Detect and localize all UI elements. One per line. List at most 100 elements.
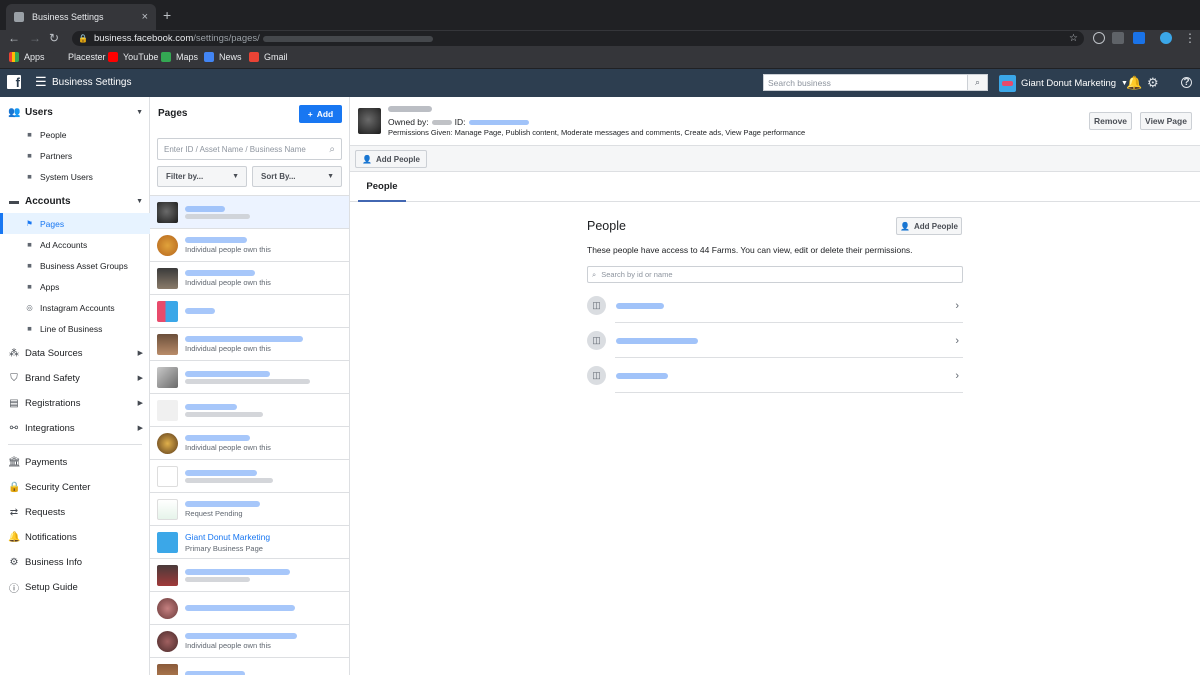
bookmark-label: Gmail (264, 52, 288, 62)
list-item[interactable]: Individual people own this (150, 426, 349, 459)
list-item[interactable]: Giant Donut Marketing Primary Business Pa… (150, 525, 349, 558)
sidebar-item-notifications[interactable]: 🔔 Notifications (0, 526, 150, 548)
bookmark-youtube[interactable]: YouTube (108, 52, 158, 62)
sidebar-section-integrations[interactable]: ⚯ Integrations ▶ (0, 417, 150, 439)
news-icon (204, 52, 214, 62)
sidebar-item-business-info[interactable]: ⚙ Business Info (0, 551, 150, 573)
gear-icon[interactable]: ⚙ (1147, 75, 1159, 91)
add-people-button[interactable]: 👤 Add People (355, 150, 427, 168)
list-item[interactable]: Individual people own this (150, 624, 349, 657)
bookmark-gmail[interactable]: Gmail (249, 52, 288, 62)
people-search-input[interactable]: ⌕ Search by id or name (587, 266, 963, 283)
page-sub-redacted (185, 576, 250, 582)
tab-close-icon[interactable]: × (142, 11, 148, 23)
sidebar-section-brand-safety[interactable]: ⛉ Brand Safety ▶ (0, 367, 150, 389)
notifications-bell-icon[interactable]: 🔔 (1126, 75, 1142, 91)
person-row[interactable]: ◫ › (587, 288, 963, 323)
browser-tab[interactable]: Business Settings × (6, 4, 156, 30)
sidebar-section-registrations[interactable]: ▤ Registrations ▶ (0, 392, 150, 414)
forward-arrow-icon[interactable]: → (29, 31, 41, 45)
add-page-button[interactable]: + Add (299, 105, 342, 123)
bookmark-maps[interactable]: Maps (161, 52, 198, 62)
help-icon[interactable]: ? (1181, 77, 1192, 88)
person-row[interactable]: ◫ › (587, 323, 963, 358)
new-tab-button[interactable]: + (163, 7, 171, 23)
accounts-icon: ▬ (9, 195, 19, 207)
business-logo-icon (999, 74, 1016, 92)
list-item[interactable]: Individual people own this (150, 228, 349, 261)
bell-icon: 🔔 (8, 531, 21, 543)
sidebar-item-partners[interactable]: ■ Partners (0, 145, 150, 166)
bookmark-placester[interactable]: Placester (53, 52, 106, 62)
back-arrow-icon[interactable]: ← (8, 31, 20, 45)
page-name-redacted (185, 605, 295, 611)
list-item[interactable] (150, 591, 349, 624)
add-person-icon: 👤 (362, 154, 372, 164)
chevron-right-icon: ▶ (137, 400, 143, 407)
youtube-icon (108, 52, 118, 62)
list-item[interactable] (150, 459, 349, 492)
extension-icon[interactable] (1112, 32, 1124, 44)
page-sub-redacted (185, 213, 250, 219)
list-item[interactable] (150, 657, 349, 675)
apps-icon: ■ (27, 282, 32, 291)
sidebar-section-accounts[interactable]: ▬ Accounts ▼ (0, 190, 150, 212)
bookmark-news[interactable]: News (204, 52, 242, 62)
sidebar-divider (8, 444, 142, 445)
integrations-icon: ⚯ (9, 422, 19, 434)
add-people-button[interactable]: 👤 Add People (896, 217, 962, 235)
facebook-logo-icon[interactable]: f (7, 75, 21, 89)
profile-avatar-icon[interactable] (1160, 32, 1172, 44)
tab-people[interactable]: People (358, 172, 406, 202)
page-sub-label: Primary Business Page (185, 543, 263, 553)
list-item[interactable] (150, 558, 349, 591)
list-item[interactable]: Request Pending (150, 492, 349, 525)
people-section-title: People (587, 219, 626, 233)
list-item[interactable] (150, 294, 349, 327)
list-item[interactable] (150, 195, 349, 228)
sidebar-item-instagram-accounts[interactable]: ◎ Instagram Accounts (0, 297, 150, 318)
bookmark-label: News (219, 52, 242, 62)
sidebar-item-payments[interactable]: 🏛 Payments (0, 451, 150, 473)
bookmark-apps[interactable]: Apps (9, 52, 45, 62)
page-avatar (157, 630, 178, 652)
sort-dropdown[interactable]: Sort By... ▼ (252, 166, 342, 187)
sidebar-item-pages[interactable]: ⚑ Pages (0, 213, 150, 234)
hamburger-menu-icon[interactable]: ☰ (35, 74, 47, 90)
extension-icon[interactable] (1093, 32, 1105, 44)
system-user-icon: ■ (27, 172, 32, 181)
person-row[interactable]: ◫ › (587, 358, 963, 393)
sidebar-item-setup-guide[interactable]: ⓘ Setup Guide (0, 576, 150, 598)
extension-icon[interactable] (1133, 32, 1145, 44)
list-item[interactable]: Individual people own this (150, 327, 349, 360)
placester-icon (53, 52, 63, 62)
sidebar-item-ad-accounts[interactable]: ■ Ad Accounts (0, 234, 150, 255)
sidebar-item-apps[interactable]: ■ Apps (0, 276, 150, 297)
browser-menu-icon[interactable]: ⋮ (1184, 31, 1196, 45)
sidebar-item-business-asset-groups[interactable]: ■ Business Asset Groups (0, 255, 150, 276)
view-page-button[interactable]: View Page (1140, 112, 1192, 130)
sidebar-item-security-center[interactable]: 🔒 Security Center (0, 476, 150, 498)
page-search-input[interactable]: Enter ID / Asset Name / Business Name ⌕ (157, 138, 342, 160)
sidebar-item-people[interactable]: ■ People (0, 124, 150, 145)
gear-icon: ⚙ (9, 556, 19, 568)
sidebar-section-users[interactable]: 👥 Users ▼ (0, 101, 150, 123)
search-business-input[interactable]: Search business ⌕ (763, 74, 988, 91)
sidebar-item-requests[interactable]: ⇄ Requests (0, 501, 150, 523)
reload-icon[interactable]: ↻ (49, 31, 59, 45)
business-switcher[interactable]: Giant Donut Marketing ▼ (999, 74, 1128, 92)
ownership-line: Owned by: ID: (388, 117, 529, 127)
bookmark-star-icon[interactable]: ☆ (1069, 33, 1078, 44)
list-item[interactable]: Individual people own this (150, 261, 349, 294)
search-icon[interactable]: ⌕ (967, 75, 987, 90)
sidebar-section-data-sources[interactable]: ⁂ Data Sources ▶ (0, 342, 150, 364)
sidebar-item-system-users[interactable]: ■ System Users (0, 166, 150, 187)
filter-dropdown[interactable]: Filter by... ▼ (157, 166, 247, 187)
omnibox[interactable]: 🔒 business.facebook.com /settings/pages/… (72, 31, 1084, 46)
chevron-right-icon: › (955, 334, 959, 347)
remove-button[interactable]: Remove (1089, 112, 1132, 130)
sidebar-item-line-of-business[interactable]: ■ Line of Business (0, 318, 150, 339)
list-item[interactable] (150, 360, 349, 393)
list-item[interactable] (150, 393, 349, 426)
page-detail-header: Owned by: ID: Permissions Given: Manage … (350, 97, 1200, 146)
